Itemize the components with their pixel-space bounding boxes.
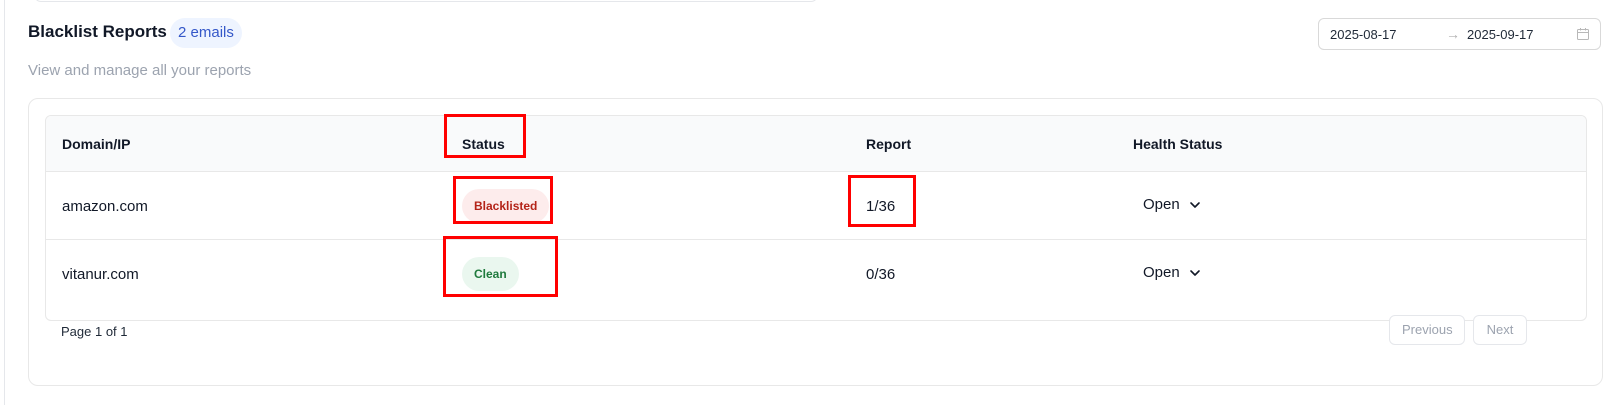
left-rail-divider (0, 0, 5, 405)
table-header: Domain/IP Status Report Health Status (46, 116, 1586, 172)
date-range-start[interactable]: 2025-08-17 (1330, 27, 1397, 42)
previous-card-edge (34, 0, 818, 2)
reports-table: Domain/IP Status Report Health Status am… (45, 115, 1587, 321)
domain-cell: amazon.com (62, 198, 148, 215)
health-status-value: Open (1143, 264, 1180, 281)
chevron-down-icon (1189, 269, 1200, 276)
column-header-domain[interactable]: Domain/IP (62, 136, 130, 152)
report-cell[interactable]: 1/36 (866, 198, 895, 215)
date-range-end[interactable]: 2025-09-17 (1467, 27, 1534, 42)
health-status-value: Open (1143, 196, 1180, 213)
page-subtitle: View and manage all your reports (28, 62, 252, 79)
table-row: amazon.com Blacklisted 1/36 Open (46, 172, 1586, 240)
report-cell[interactable]: 0/36 (866, 266, 895, 283)
pagination-info: Page 1 of 1 (61, 324, 128, 339)
status-badge: Clean (462, 257, 519, 291)
health-status-dropdown[interactable]: Open (1143, 196, 1201, 213)
next-page-button[interactable]: Next (1473, 315, 1527, 345)
table-row: vitanur.com Clean 0/36 Open (46, 240, 1586, 308)
page-title: Blacklist Reports (28, 22, 167, 41)
column-header-health-status[interactable]: Health Status (1133, 136, 1222, 152)
column-header-status[interactable]: Status (462, 136, 505, 152)
previous-page-button[interactable]: Previous (1389, 315, 1465, 345)
calendar-icon[interactable] (1576, 27, 1590, 41)
health-status-dropdown[interactable]: Open (1143, 264, 1201, 281)
reports-card: Domain/IP Status Report Health Status am… (28, 98, 1603, 386)
column-header-report[interactable]: Report (866, 136, 911, 152)
domain-cell: vitanur.com (62, 266, 139, 283)
status-badge: Blacklisted (462, 189, 550, 223)
email-count-badge: 2 emails (170, 18, 242, 48)
date-range-picker[interactable]: 2025-08-17 → 2025-09-17 (1318, 18, 1601, 50)
chevron-down-icon (1189, 201, 1200, 208)
date-range-separator: → (1446, 26, 1460, 42)
